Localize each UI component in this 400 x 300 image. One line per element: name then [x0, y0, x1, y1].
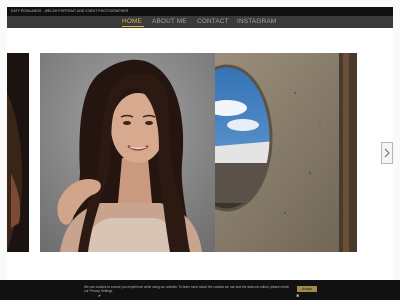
chevron-right-icon [384, 148, 390, 158]
previous-photo [7, 53, 29, 252]
slide-sculpture[interactable] [215, 53, 357, 252]
portrait-photo [40, 53, 215, 252]
slide-previous[interactable] [7, 53, 29, 252]
top-bar: KATY ROWLANDS - WELSH PORTRAIT AND EVENT… [7, 7, 393, 16]
nav-about-me[interactable]: ABOUT ME [152, 18, 187, 25]
sculpture-photo [215, 53, 357, 252]
check-icon[interactable]: ✔ [98, 293, 101, 298]
nav-contact[interactable]: CONTACT [197, 18, 229, 25]
slide-portrait[interactable] [40, 53, 215, 252]
nav-instagram[interactable]: INSTAGRAM [237, 18, 276, 25]
close-icon[interactable]: ✖ [296, 293, 299, 298]
main-nav: HOME ABOUT ME CONTACT INSTAGRAM [7, 16, 393, 28]
cookie-accept-button[interactable]: Accept [297, 286, 317, 292]
cookie-message: We use cookies to ensure you experience … [84, 285, 289, 294]
cookie-banner: We use cookies to ensure you experience … [0, 280, 400, 300]
active-nav-indicator [122, 26, 144, 27]
slider-next-button[interactable] [381, 142, 393, 164]
site-tagline: KATY ROWLANDS - WELSH PORTRAIT AND EVENT… [11, 9, 129, 13]
nav-home[interactable]: HOME [122, 18, 142, 25]
